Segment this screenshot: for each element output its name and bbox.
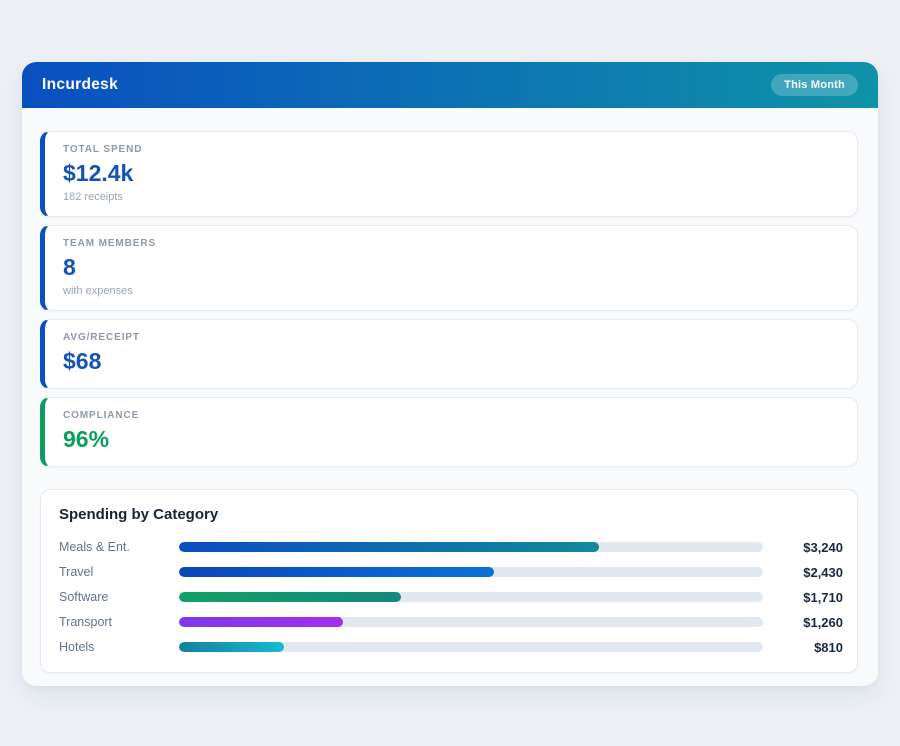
category-row: Transport $1,260 [59,615,843,629]
category-row: Travel $2,430 [59,565,843,579]
spending-card-title: Spending by Category [59,506,843,523]
stat-subtext: 182 receipts [63,190,841,204]
stat-value: 8 [63,253,841,282]
category-row: Meals & Ent. $3,240 [59,540,843,554]
category-label: Transport [59,615,179,629]
stat-label: TOTAL SPEND [63,143,841,156]
category-amount: $2,430 [771,565,843,580]
category-label: Software [59,590,179,604]
category-amount: $1,260 [771,615,843,630]
category-amount: $3,240 [771,540,843,555]
app-header: Incurdesk This Month [22,62,878,108]
category-bar-fill [179,542,599,552]
category-amount: $810 [771,640,843,655]
stat-value: 96% [63,425,841,454]
spending-by-category-card: Spending by Category Meals & Ent. $3,240… [40,489,858,673]
stat-label: TEAM MEMBERS [63,237,841,250]
category-bar-track [179,567,763,577]
stat-card: TOTAL SPEND $12.4k 182 receipts [40,131,858,217]
app-title: Incurdesk [42,76,118,94]
dashboard-content: TOTAL SPEND $12.4k 182 receipts TEAM MEM… [22,108,878,673]
category-bar-list: Meals & Ent. $3,240 Travel $2,430 [59,540,843,654]
category-label: Meals & Ent. [59,540,179,554]
category-row: Hotels $810 [59,640,843,654]
category-bar-track [179,592,763,602]
category-amount: $1,710 [771,590,843,605]
stat-card: AVG/RECEIPT $68 [40,319,858,389]
stat-label: AVG/RECEIPT [63,331,841,344]
stat-value: $12.4k [63,159,841,188]
incurdesk-panel: Incurdesk This Month TOTAL SPEND $12.4k … [22,62,878,686]
category-row: Software $1,710 [59,590,843,604]
stat-card: TEAM MEMBERS 8 with expenses [40,225,858,311]
category-label: Hotels [59,640,179,654]
stat-card: COMPLIANCE 96% [40,397,858,467]
stat-value: $68 [63,347,841,376]
stat-subtext: with expenses [63,284,841,298]
category-label: Travel [59,565,179,579]
stat-card-list: TOTAL SPEND $12.4k 182 receipts TEAM MEM… [40,131,858,467]
stat-label: COMPLIANCE [63,409,841,422]
category-bar-fill [179,592,401,602]
period-badge[interactable]: This Month [771,74,858,96]
category-bar-fill [179,567,494,577]
category-bar-track [179,542,763,552]
category-bar-fill [179,642,284,652]
category-bar-fill [179,617,343,627]
category-bar-track [179,617,763,627]
category-bar-track [179,642,763,652]
